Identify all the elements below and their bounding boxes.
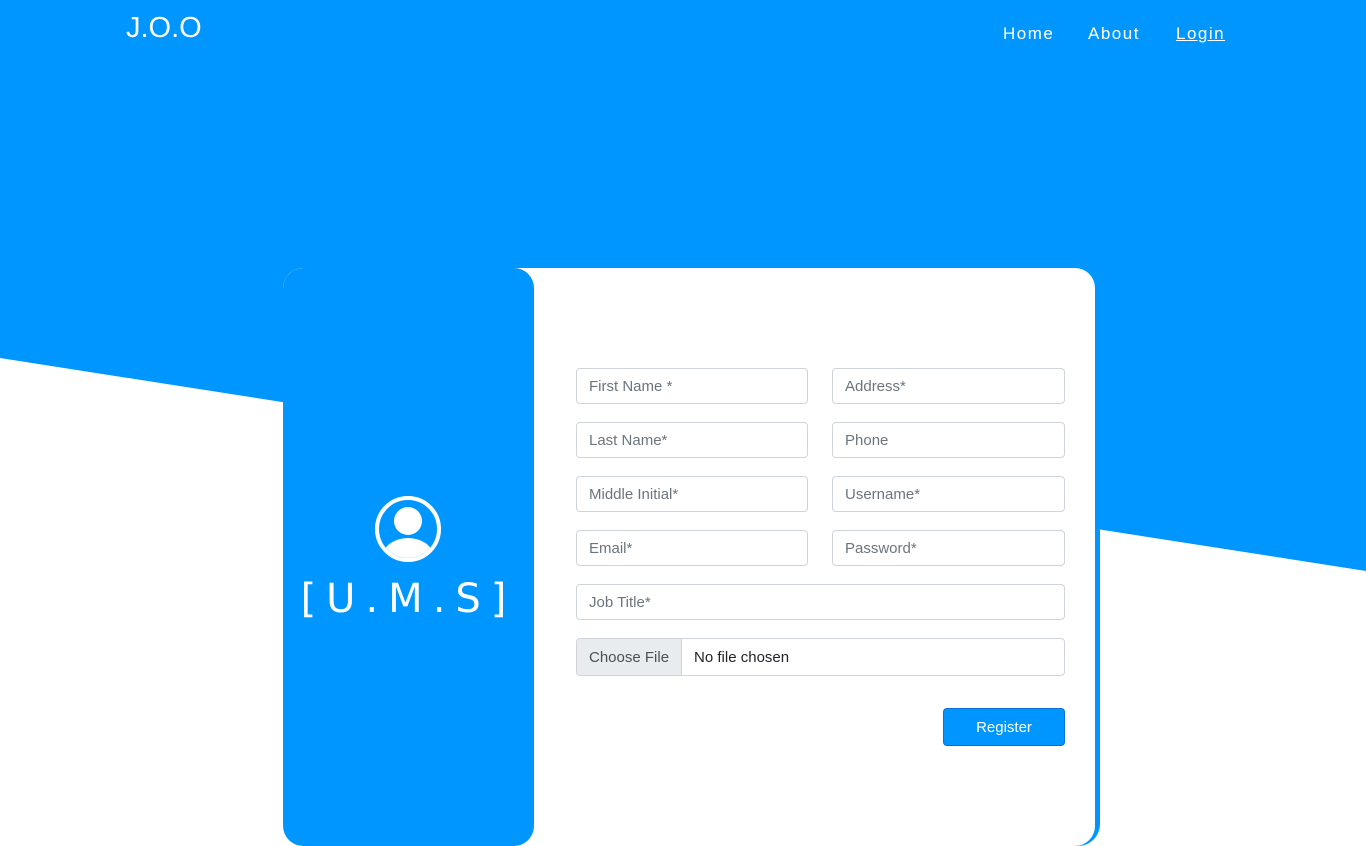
nav-link-home[interactable]: Home: [1003, 24, 1054, 44]
file-status-text: No file chosen: [694, 648, 790, 666]
registration-card: [U.M.S] Choose File No file chosen Regis…: [283, 268, 1095, 846]
choose-file-button[interactable]: Choose File: [577, 639, 683, 675]
first-name-input[interactable]: [576, 368, 808, 404]
nav-link-login[interactable]: Login: [1176, 24, 1225, 44]
brand-logo[interactable]: J.O.O: [126, 12, 202, 45]
middle-initial-input[interactable]: [576, 476, 808, 512]
app-logo-text: [U.M.S]: [300, 576, 517, 622]
user-circle-icon: [375, 496, 441, 562]
phone-input[interactable]: [832, 422, 1065, 458]
job-title-input[interactable]: [576, 584, 1065, 620]
username-input[interactable]: [832, 476, 1065, 512]
nav-link-about[interactable]: About: [1088, 24, 1140, 44]
address-input[interactable]: [832, 368, 1065, 404]
file-upload-field[interactable]: Choose File No file chosen: [576, 638, 1065, 676]
last-name-input[interactable]: [576, 422, 808, 458]
card-brand-panel: [U.M.S]: [283, 268, 534, 846]
navbar: J.O.O Home About Login: [0, 0, 1366, 70]
register-button[interactable]: Register: [943, 708, 1065, 746]
password-input[interactable]: [832, 530, 1065, 566]
email-input[interactable]: [576, 530, 808, 566]
